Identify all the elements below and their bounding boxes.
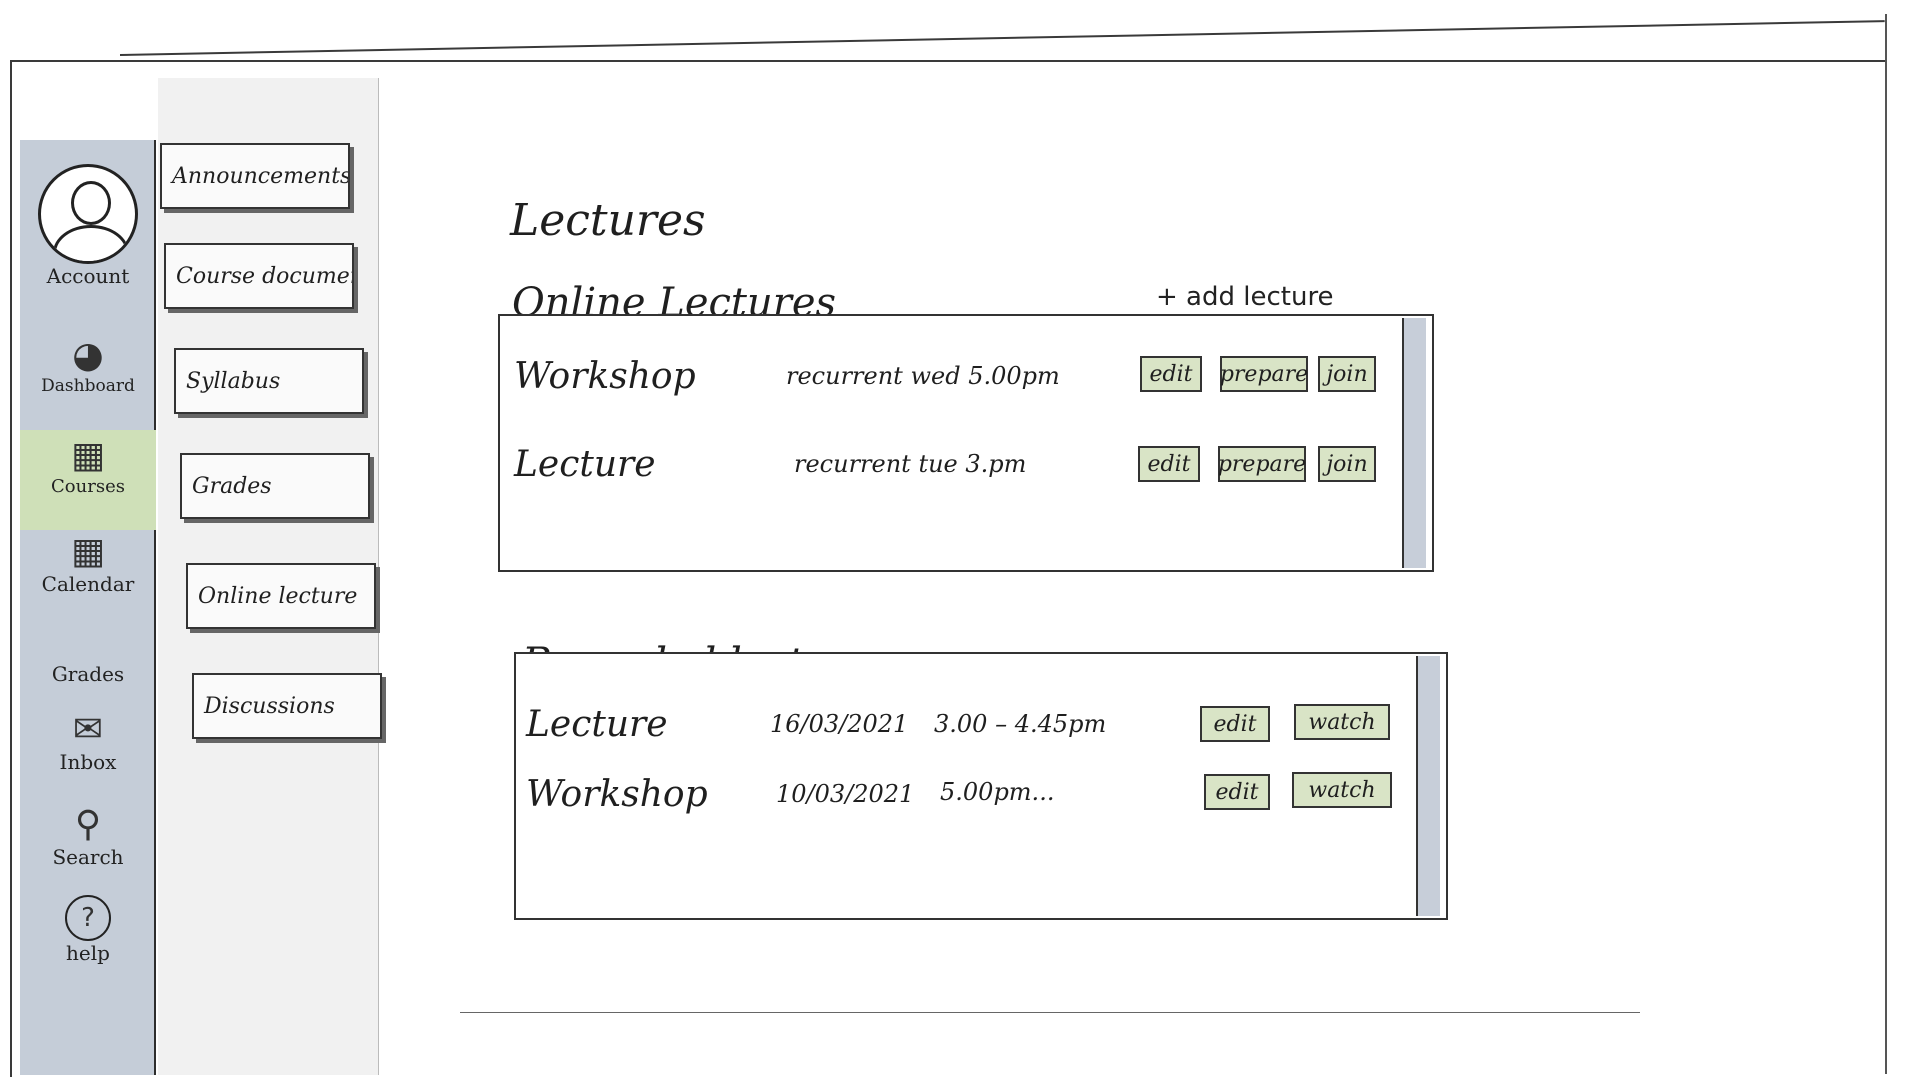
recording-time: 3.00 – 4.45pm — [934, 710, 1107, 738]
nav-grades[interactable]: Grades — [20, 662, 156, 686]
courses-icon: ▦ — [70, 435, 105, 476]
nav-account[interactable]: Account — [20, 164, 156, 288]
join-button[interactable]: join — [1318, 356, 1376, 392]
search-icon: ⚲ — [74, 804, 102, 845]
course-menu-grades[interactable]: Grades — [180, 453, 370, 519]
add-lecture-link[interactable]: + add lecture — [1156, 282, 1334, 312]
prepare-button[interactable]: prepare — [1220, 356, 1308, 392]
recording-time: 5.00pm... — [940, 778, 1055, 806]
watch-button[interactable]: watch — [1294, 704, 1390, 740]
recording-name: Workshop — [526, 774, 708, 815]
recording-date: 10/03/2021 — [776, 780, 915, 808]
speedometer-icon: ◕ — [72, 335, 104, 376]
global-nav-rail: Account ◕ Dashboard ▦ Courses ▦ Calendar… — [20, 140, 156, 1075]
online-lectures-panel: Workshop recurrent wed 5.00pm edit prepa… — [498, 314, 1434, 572]
course-menu-syllabus[interactable]: Syllabus — [174, 348, 364, 414]
nav-inbox-label: Inbox — [59, 750, 117, 774]
lecture-schedule: recurrent tue 3.pm — [794, 450, 1027, 478]
nav-courses-label: Courses — [51, 476, 125, 497]
course-menu: Announcements Course documents Syllabus … — [158, 78, 382, 1075]
nav-grades-label: Grades — [51, 662, 125, 686]
recording-date: 16/03/2021 — [770, 710, 909, 738]
lecture-name: Workshop — [514, 356, 696, 397]
list-item: Workshop recurrent wed 5.00pm edit prepa… — [500, 348, 1432, 408]
online-lectures-scrollbar[interactable] — [1402, 318, 1426, 568]
nav-calendar[interactable]: ▦ Calendar — [20, 531, 156, 597]
nav-search[interactable]: ⚲ Search — [20, 804, 156, 870]
recorded-lectures-panel: Lecture 16/03/2021 3.00 – 4.45pm edit wa… — [514, 652, 1448, 920]
nav-courses[interactable]: ▦ Courses — [20, 430, 156, 530]
course-menu-course-documents[interactable]: Course documents — [164, 243, 354, 309]
edit-button[interactable]: edit — [1200, 706, 1270, 742]
watch-button[interactable]: watch — [1292, 772, 1392, 808]
lecture-name: Lecture — [514, 444, 656, 485]
avatar-icon — [38, 164, 138, 264]
list-item: Lecture 16/03/2021 3.00 – 4.45pm edit wa… — [516, 696, 1446, 756]
help-icon: ? — [65, 895, 111, 941]
nav-search-label: Search — [52, 845, 124, 869]
list-item: Workshop 10/03/2021 5.00pm... edit watch — [516, 764, 1446, 824]
inbox-icon: ✉ — [72, 709, 104, 750]
window-edge — [1885, 14, 1887, 1074]
recording-name: Lecture — [526, 704, 668, 745]
course-menu-discussions[interactable]: Discussions — [192, 673, 382, 739]
nav-dashboard[interactable]: ◕ Dashboard — [20, 335, 156, 397]
nav-help[interactable]: ? help — [20, 895, 156, 965]
lecture-schedule: recurrent wed 5.00pm — [786, 362, 1060, 390]
nav-calendar-label: Calendar — [41, 572, 135, 596]
join-button[interactable]: join — [1318, 446, 1376, 482]
list-item: Lecture recurrent tue 3.pm edit prepare … — [500, 436, 1432, 496]
edit-button[interactable]: edit — [1140, 356, 1202, 392]
page-title: Lectures — [510, 195, 706, 246]
recorded-lectures-scrollbar[interactable] — [1416, 656, 1440, 916]
nav-dashboard-label: Dashboard — [41, 376, 135, 396]
page-bottom-rule — [460, 1012, 1640, 1013]
calendar-icon: ▦ — [70, 531, 105, 572]
nav-account-label: Account — [46, 264, 130, 288]
prepare-button[interactable]: prepare — [1218, 446, 1306, 482]
edit-button[interactable]: edit — [1204, 774, 1270, 810]
course-menu-online-lecture[interactable]: Online lecture — [186, 563, 376, 629]
edit-button[interactable]: edit — [1138, 446, 1200, 482]
nav-help-label: help — [66, 941, 110, 965]
nav-inbox[interactable]: ✉ Inbox — [20, 709, 156, 775]
course-menu-announcements[interactable]: Announcements — [160, 143, 350, 209]
